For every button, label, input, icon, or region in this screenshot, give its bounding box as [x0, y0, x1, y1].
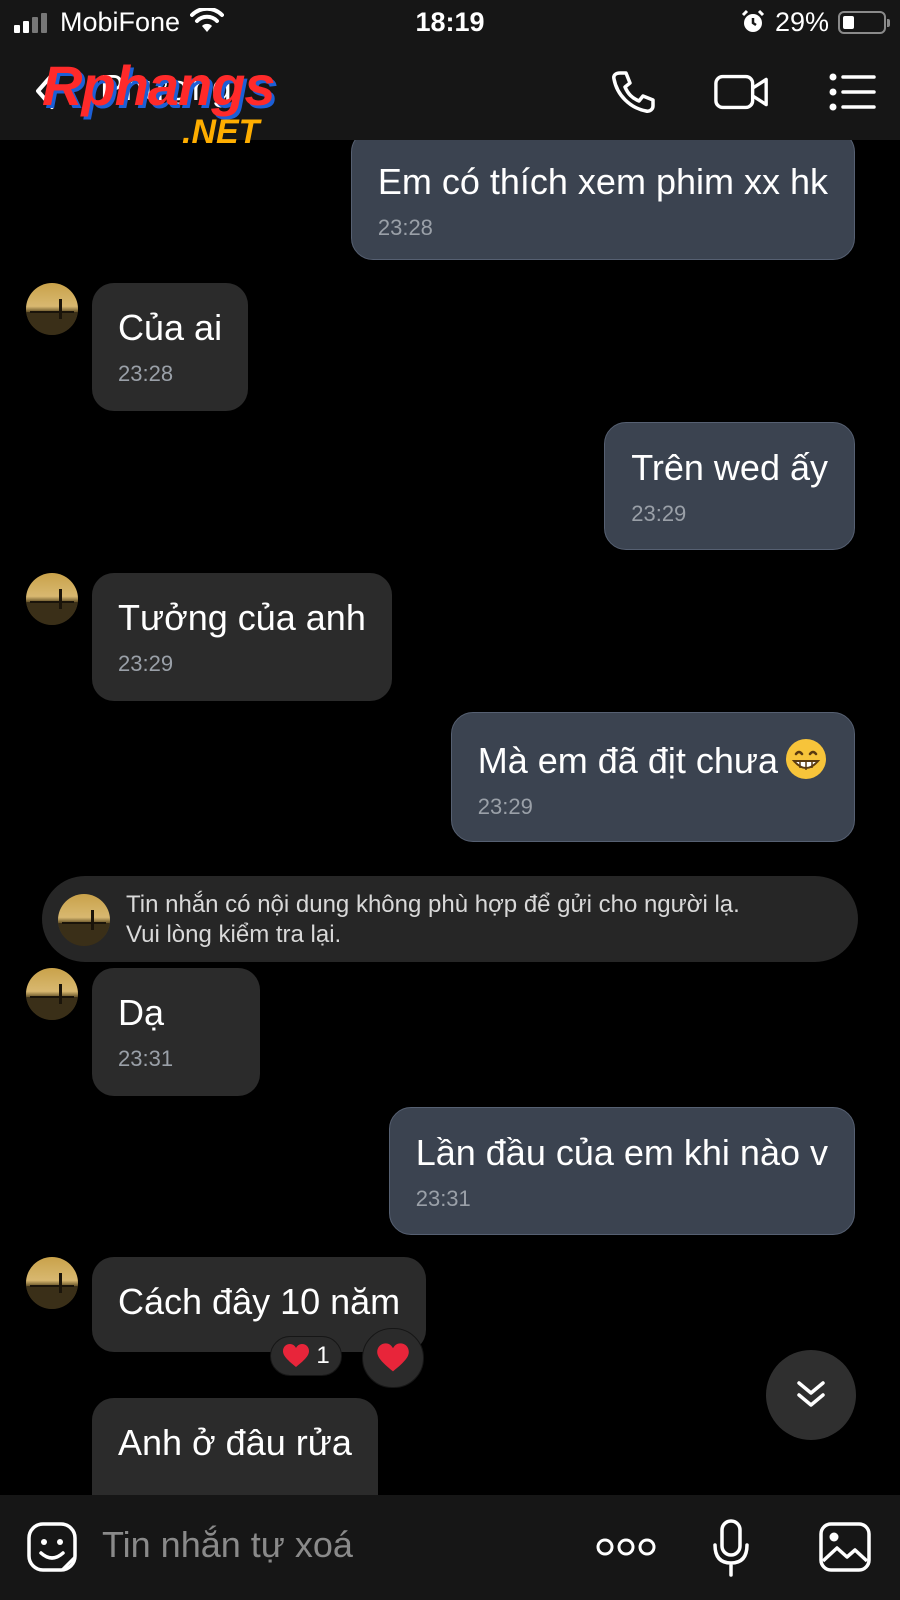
message-time: 23:31	[118, 1046, 174, 1071]
message-text: Lần đầu của em khi nào v	[415, 1132, 828, 1173]
notice-line-1: Tin nhắn có nội dung không phù hợp để gử…	[126, 891, 740, 918]
video-camera-icon[interactable]	[713, 67, 771, 117]
message-text: Của ai	[118, 307, 223, 348]
contact-avatar	[58, 894, 110, 946]
message-outgoing[interactable]: Lần đầu của em khi nào v 23:31	[388, 1107, 855, 1235]
alarm-clock-icon	[741, 9, 765, 32]
message-input[interactable]	[102, 1515, 572, 1575]
message-text: Trên wed ấy	[631, 447, 828, 488]
message-time: 23:28	[377, 215, 433, 240]
sticker-icon[interactable]	[26, 1521, 78, 1573]
more-dots-icon[interactable]	[596, 1533, 656, 1561]
message-outgoing[interactable]: Trên wed ấy 23:29	[604, 422, 855, 550]
contact-avatar[interactable]	[26, 283, 78, 335]
message-time: 23:29	[477, 794, 533, 819]
message-time: 23:29	[631, 501, 687, 526]
microphone-icon[interactable]	[712, 1519, 750, 1577]
double-chevron-down-icon	[797, 1381, 825, 1407]
message-incoming[interactable]: Tưởng của anh 23:29	[92, 573, 392, 701]
message-text: Anh ở đâu rửa	[118, 1422, 352, 1463]
contact-avatar[interactable]	[26, 1257, 78, 1309]
back-chevron-icon[interactable]	[30, 71, 60, 111]
heart-icon	[283, 1344, 310, 1367]
heart-icon	[377, 1343, 409, 1372]
battery-percentage: 29%	[775, 7, 830, 37]
message-incoming[interactable]: Của ai 23:28	[92, 283, 249, 411]
message-text: Mà em đã địt chưa	[477, 740, 778, 781]
message-text: Cách đây 10 năm	[118, 1281, 401, 1322]
moderation-notice: Tin nhắn có nội dung không phù hợp để gử…	[42, 876, 858, 962]
message-text: Tưởng của anh	[118, 597, 366, 638]
message-incoming[interactable]: Anh ở đâu rửa	[92, 1398, 378, 1495]
message-text: Em có thích xem phim xx hk	[377, 161, 828, 202]
phone-icon[interactable]	[608, 67, 658, 117]
message-time: 23:29	[118, 651, 174, 676]
chat-header: Phượng Rphangs .NET	[0, 45, 900, 151]
scroll-to-bottom-button[interactable]	[766, 1350, 856, 1440]
contact-avatar[interactable]	[26, 573, 78, 625]
composer-bar	[0, 1495, 900, 1600]
status-bar: MobiFone 18:19 29%	[0, 0, 900, 45]
contact-avatar[interactable]	[26, 968, 78, 1020]
react-heart-button[interactable]	[362, 1328, 424, 1388]
message-text: Dạ	[118, 992, 165, 1033]
image-icon[interactable]	[818, 1521, 872, 1573]
notice-line-2: Vui lòng kiểm tra lại.	[126, 921, 342, 948]
battery-icon	[838, 11, 890, 34]
menu-list-icon[interactable]	[828, 67, 878, 117]
message-time: 23:31	[415, 1186, 471, 1211]
message-time: 23:28	[118, 361, 174, 386]
contact-name[interactable]: Phượng	[100, 67, 232, 109]
message-outgoing[interactable]: Em có thích xem phim xx hk 23:28	[350, 140, 855, 260]
message-list[interactable]: Em có thích xem phim xx hk 23:28 Của ai …	[0, 140, 900, 1495]
reaction-count: 1	[316, 1342, 330, 1369]
reaction-count-badge[interactable]: 1	[270, 1336, 342, 1376]
message-outgoing[interactable]: Mà em đã địt chưa 23:29	[450, 712, 855, 842]
message-incoming[interactable]: Dạ 23:31	[92, 968, 260, 1096]
grinning-face-icon	[786, 739, 826, 779]
